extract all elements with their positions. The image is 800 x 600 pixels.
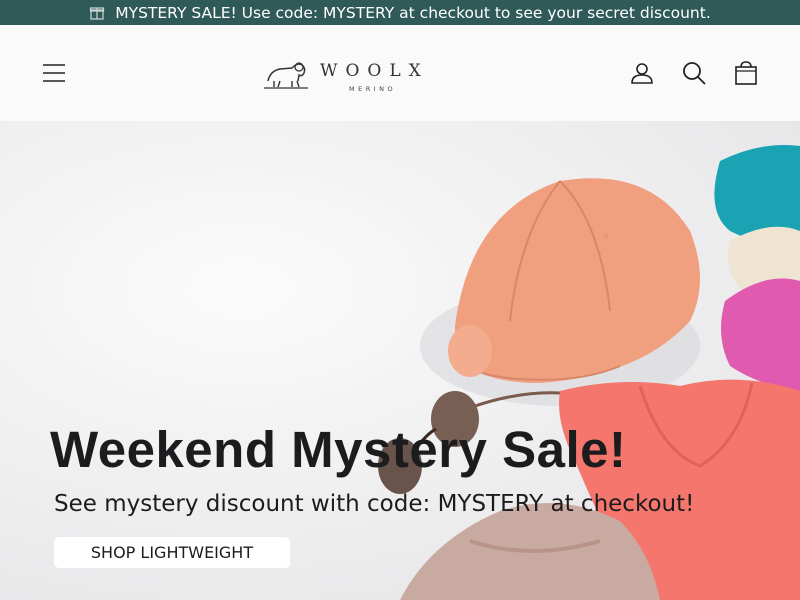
announcement-text: MYSTERY SALE! Use code: MYSTERY at check… [115,3,711,22]
hero-banner[interactable]: Weekend Mystery Sale! See mystery discou… [0,121,800,600]
logo-submark: MERINO [349,85,397,93]
hamburger-menu-icon[interactable] [41,60,67,86]
search-icon[interactable] [681,60,707,86]
logo-wordmark: WOOLX [320,61,429,81]
shop-lightweight-button[interactable]: SHOP LIGHTWEIGHT [54,537,290,568]
user-account-icon[interactable] [629,60,655,86]
gift-box-icon [90,6,105,20]
ram-logo-icon [264,62,308,89]
hero-subtitle: See mystery discount with code: MYSTERY … [54,491,695,517]
announcement-bar: MYSTERY SALE! Use code: MYSTERY at check… [0,0,800,25]
brand-logo[interactable]: WOOLX MERINO [262,53,437,95]
shopping-bag-icon[interactable] [733,60,759,86]
hero-image [378,145,800,600]
site-header: WOOLX MERINO [0,25,800,121]
hero-title: Weekend Mystery Sale! [50,421,627,478]
